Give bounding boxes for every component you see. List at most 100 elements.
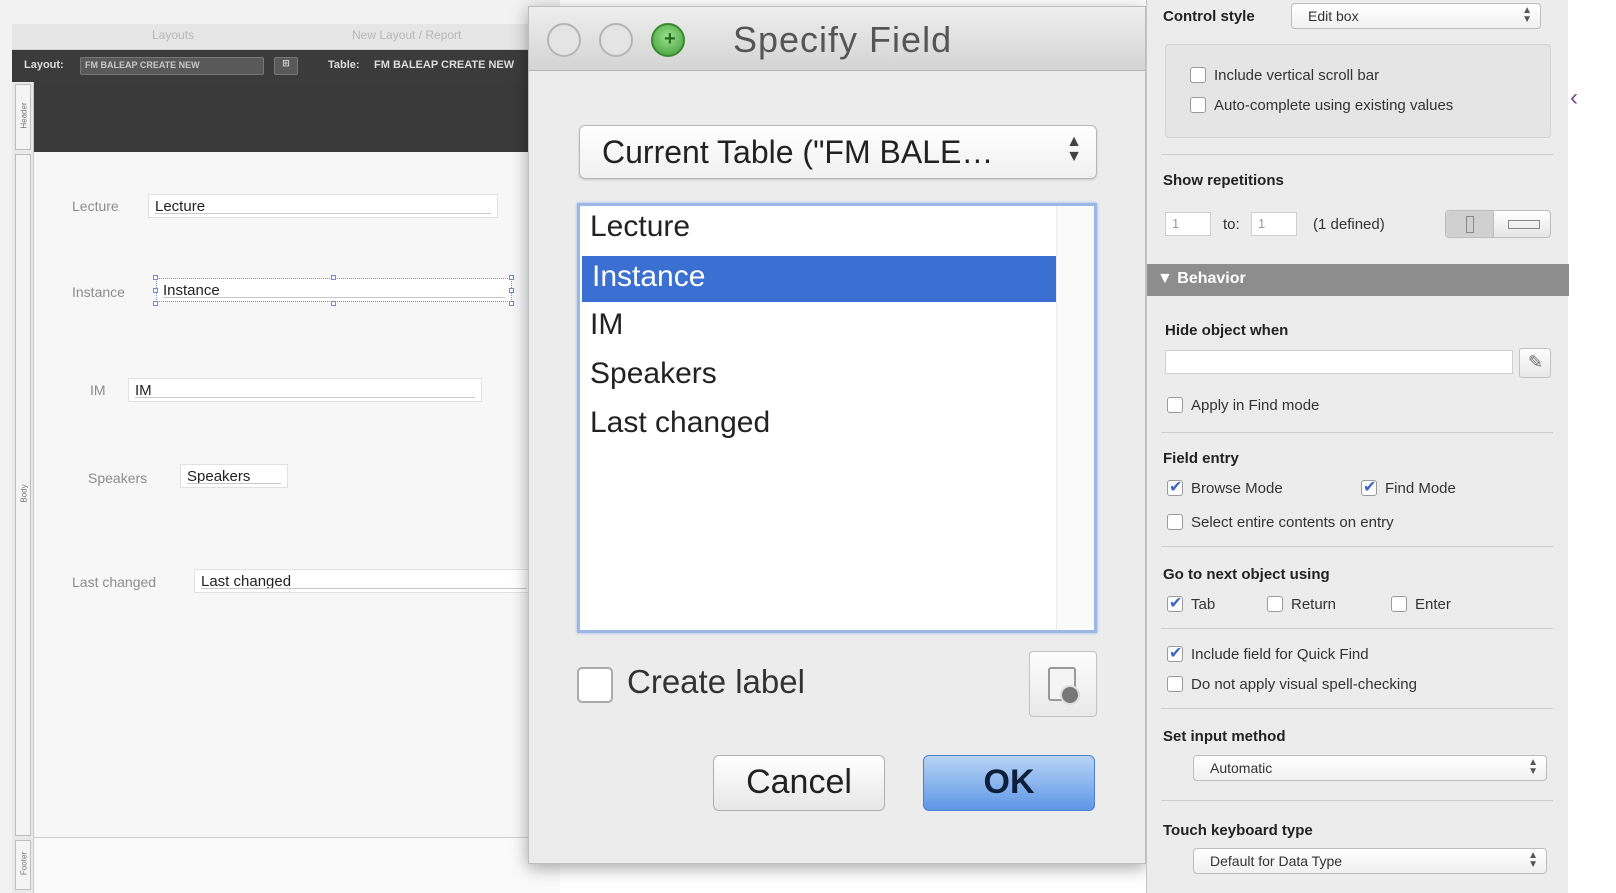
updown-arrows-icon: ▲ ▼	[1528, 757, 1538, 777]
repetition-to-input[interactable]: 1	[1251, 212, 1297, 236]
field-label-lecture: Lecture	[72, 198, 119, 214]
list-scrollbar[interactable]	[1056, 206, 1094, 630]
divider	[1161, 800, 1553, 801]
updown-arrows-icon: ▲ ▼	[1522, 5, 1532, 25]
spell-check-checkbox[interactable]	[1167, 676, 1183, 692]
apply-find-mode-checkbox[interactable]	[1167, 397, 1183, 413]
field-label-speakers: Speakers	[88, 470, 148, 486]
touch-keyboard-select[interactable]: Default for Data Type ▲ ▼	[1193, 848, 1547, 874]
cancel-button[interactable]: Cancel	[713, 755, 885, 811]
create-label-checkbox[interactable]	[577, 667, 613, 703]
dialog-titlebar[interactable]: + Specify Field	[529, 7, 1145, 71]
field-options-button[interactable]	[1029, 651, 1097, 717]
vertical-scroll-label: Include vertical scroll bar	[1214, 67, 1380, 84]
list-item-instance[interactable]: Instance	[582, 256, 1056, 302]
vertical-scroll-checkbox[interactable]	[1190, 67, 1206, 83]
layout-toolbar: Layout: FM BALEAP CREATE NEW ⊞ Table: FM…	[12, 50, 560, 82]
control-style-value: Edit box	[1308, 8, 1359, 24]
header-part	[34, 82, 560, 152]
layout-settings-button[interactable]: ⊞	[274, 57, 298, 75]
body-part-tab[interactable]: Body	[15, 154, 31, 836]
pencil-icon: ✎	[1528, 352, 1544, 372]
plus-icon: +	[664, 28, 676, 50]
field-speakers[interactable]: Speakers	[180, 464, 288, 488]
control-style-label: Control style	[1163, 8, 1255, 25]
input-method-select[interactable]: Automatic ▲ ▼	[1193, 755, 1547, 781]
minimize-window-button[interactable]	[599, 23, 633, 57]
edit-formula-button[interactable]: ✎	[1519, 348, 1551, 378]
updown-arrows-icon: ▲ ▼	[1528, 850, 1538, 870]
layouts-menu-label[interactable]: Layouts	[152, 28, 194, 42]
resize-handle[interactable]	[509, 275, 514, 280]
field-lecture[interactable]: Lecture	[148, 194, 498, 218]
list-item-lecture[interactable]: Lecture	[580, 206, 1054, 252]
resize-handle[interactable]	[153, 301, 158, 306]
field-list[interactable]: Lecture Instance IM Speakers Last change…	[577, 203, 1097, 633]
resize-handle[interactable]	[331, 275, 336, 280]
divider	[1161, 154, 1553, 155]
repetition-orientation-control[interactable]	[1445, 210, 1551, 238]
specify-field-dialog: + Specify Field Current Table ("FM BALE……	[528, 6, 1146, 864]
resize-handle[interactable]	[331, 301, 336, 306]
field-instance[interactable]: Instance	[156, 278, 512, 302]
show-repetitions-label: Show repetitions	[1163, 172, 1284, 189]
create-label-text: Create label	[627, 663, 805, 700]
tab-key-checkbox[interactable]	[1167, 593, 1183, 613]
select-entire-checkbox[interactable]	[1167, 514, 1183, 530]
list-item-speakers[interactable]: Speakers	[580, 353, 1054, 399]
browse-mode-checkbox[interactable]	[1167, 477, 1183, 497]
auto-complete-checkbox[interactable]	[1190, 97, 1206, 113]
resize-handle[interactable]	[153, 275, 158, 280]
resize-handle[interactable]	[509, 301, 514, 306]
quick-find-label: Include field for Quick Find	[1191, 646, 1369, 663]
spell-check-label: Do not apply visual spell-checking	[1191, 676, 1417, 693]
list-item-im[interactable]: IM	[580, 304, 1054, 350]
new-layout-report-label[interactable]: New Layout / Report	[352, 28, 461, 42]
zoom-window-button[interactable]: +	[651, 23, 685, 57]
layout-select[interactable]: FM BALEAP CREATE NEW	[80, 57, 264, 75]
find-mode-checkbox[interactable]	[1361, 477, 1377, 497]
layout-canvas: Layouts New Layout / Report Layout: FM B…	[0, 0, 560, 893]
divider	[1161, 546, 1553, 547]
find-mode-label: Find Mode	[1385, 480, 1456, 497]
enter-key-checkbox[interactable]	[1391, 596, 1407, 612]
resize-handle[interactable]	[153, 288, 158, 293]
tab-key-label: Tab	[1191, 596, 1216, 613]
hide-object-input[interactable]	[1165, 350, 1513, 374]
return-key-checkbox[interactable]	[1267, 596, 1283, 612]
chevron-left-icon[interactable]: ‹	[1570, 84, 1578, 112]
list-item-last-changed[interactable]: Last changed	[580, 402, 1054, 448]
browse-mode-label: Browse Mode	[1191, 480, 1283, 497]
field-label-im: IM	[90, 382, 106, 398]
apply-find-mode-label: Apply in Find mode	[1191, 397, 1320, 414]
repetition-from-input[interactable]: 1	[1165, 212, 1211, 236]
dialog-title: Specify Field	[733, 19, 953, 60]
control-style-select[interactable]: Edit box ▲ ▼	[1291, 3, 1541, 29]
footer-part-tab[interactable]: Footer	[15, 840, 31, 890]
table-select[interactable]: Current Table ("FM BALE… ▲ ▼	[579, 125, 1097, 179]
input-method-value: Automatic	[1210, 760, 1273, 776]
part-label-strip: Header Body Footer	[12, 82, 34, 893]
ok-button[interactable]: OK	[923, 755, 1095, 811]
touch-keyboard-value: Default for Data Type	[1210, 853, 1343, 869]
field-entry-label: Field entry	[1163, 450, 1239, 467]
vertical-orientation-icon[interactable]	[1446, 211, 1494, 237]
select-entire-label: Select entire contents on entry	[1191, 514, 1394, 531]
behavior-section-header[interactable]: ▼ Behavior	[1147, 264, 1569, 296]
hide-object-label: Hide object when	[1165, 322, 1289, 339]
return-key-label: Return	[1291, 596, 1337, 613]
header-part-tab[interactable]: Header	[15, 84, 31, 150]
field-last-changed[interactable]: Last changed	[194, 569, 534, 593]
table-name: FM BALEAP CREATE NEW	[374, 59, 515, 71]
field-im[interactable]: IM	[128, 378, 482, 402]
enter-key-label: Enter	[1415, 596, 1451, 613]
resize-handle[interactable]	[509, 288, 514, 293]
close-window-button[interactable]	[547, 23, 581, 57]
input-method-label: Set input method	[1163, 728, 1286, 745]
auto-complete-label: Auto-complete using existing values	[1214, 97, 1454, 114]
inspector-panel: Control style Edit box ▲ ▼ Include vertic…	[1146, 0, 1569, 893]
quick-find-checkbox[interactable]	[1167, 643, 1183, 663]
divider	[1161, 708, 1553, 709]
divider	[1161, 628, 1553, 629]
field-label-instance: Instance	[72, 284, 125, 300]
